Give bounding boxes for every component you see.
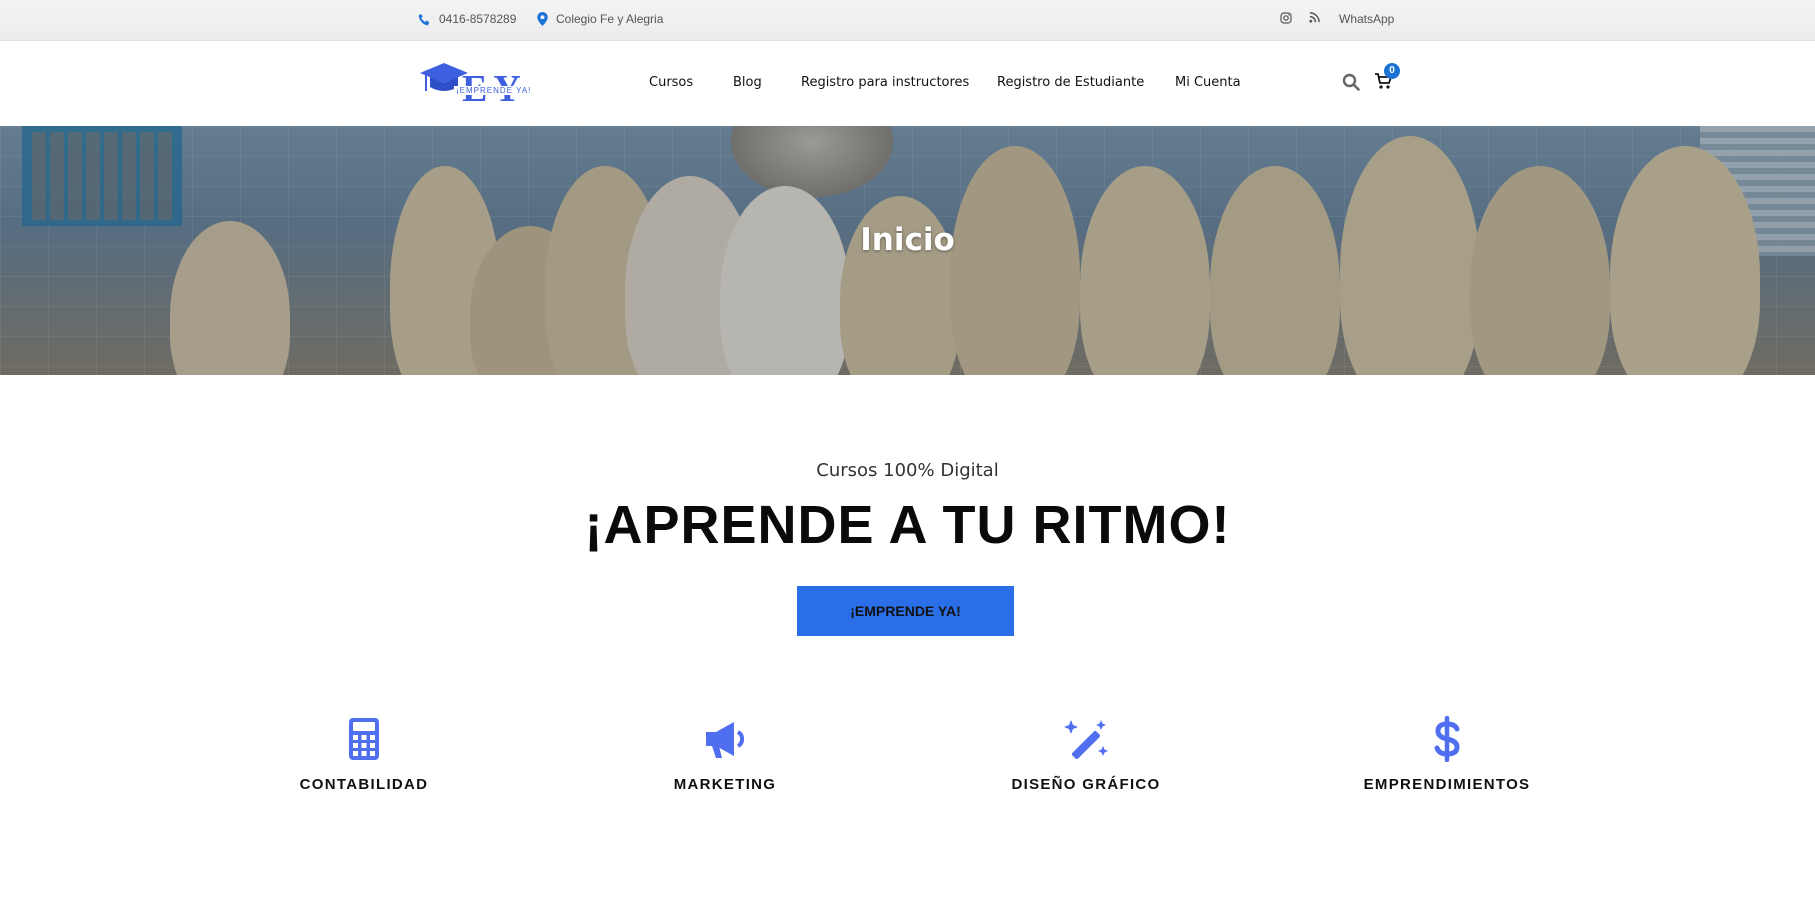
- phone-icon: [418, 13, 431, 26]
- emprende-ya-button[interactable]: ¡EMPRENDE YA!: [797, 586, 1014, 636]
- main-headline: ¡APRENDE A TU RITMO!: [584, 495, 1231, 555]
- feature-label: EMPRENDIMIENTOS: [1363, 776, 1531, 793]
- nav-registro-estudiante[interactable]: Registro de Estudiante: [997, 75, 1144, 90]
- top-bar: 0416-8578289 Colegio Fe y Alegria WhatsA…: [0, 0, 1815, 41]
- magic-wand-icon: [1064, 720, 1108, 760]
- logo-tagline: ¡EMPRENDE YA!: [454, 86, 534, 95]
- address-text: Colegio Fe y Alegria: [556, 12, 664, 26]
- phone-contact[interactable]: 0416-8578289: [418, 12, 516, 26]
- site-logo[interactable]: EY ¡EMPRENDE YA!: [418, 59, 538, 111]
- nav-blog[interactable]: Blog: [733, 75, 762, 90]
- map-pin-icon: [537, 12, 548, 26]
- search-icon[interactable]: [1342, 73, 1360, 96]
- hero-banner: Inicio: [0, 126, 1815, 375]
- phone-number: 0416-8578289: [439, 12, 517, 26]
- feature-label: CONTABILIDAD: [299, 776, 429, 793]
- site-header: EY ¡EMPRENDE YA! Cursos Blog Registro pa…: [0, 41, 1815, 126]
- feature-diseno-grafico[interactable]: DISEÑO GRÁFICO: [956, 716, 1216, 793]
- nav-registro-instructores[interactable]: Registro para instructores: [801, 75, 969, 90]
- feature-contabilidad[interactable]: CONTABILIDAD: [234, 716, 494, 793]
- cart-count-badge: 0: [1384, 63, 1400, 79]
- feature-emprendimientos[interactable]: EMPRENDIMIENTOS: [1317, 716, 1577, 793]
- whatsapp-link[interactable]: WhatsApp: [1339, 12, 1394, 26]
- instagram-icon[interactable]: [1280, 12, 1292, 24]
- dollar-icon: [1434, 716, 1460, 762]
- feature-label: MARKETING: [673, 776, 777, 793]
- calculator-icon: [349, 718, 379, 760]
- address-contact[interactable]: Colegio Fe y Alegria: [537, 12, 663, 26]
- megaphone-icon: [706, 722, 745, 758]
- hero-title: Inicio: [860, 222, 955, 258]
- nav-cursos[interactable]: Cursos: [649, 75, 693, 90]
- feature-marketing[interactable]: MARKETING: [595, 716, 855, 793]
- rss-icon[interactable]: [1309, 12, 1320, 23]
- feature-label: DISEÑO GRÁFICO: [1011, 776, 1161, 793]
- section-kicker: Cursos 100% Digital: [816, 460, 999, 481]
- nav-mi-cuenta[interactable]: Mi Cuenta: [1175, 75, 1241, 90]
